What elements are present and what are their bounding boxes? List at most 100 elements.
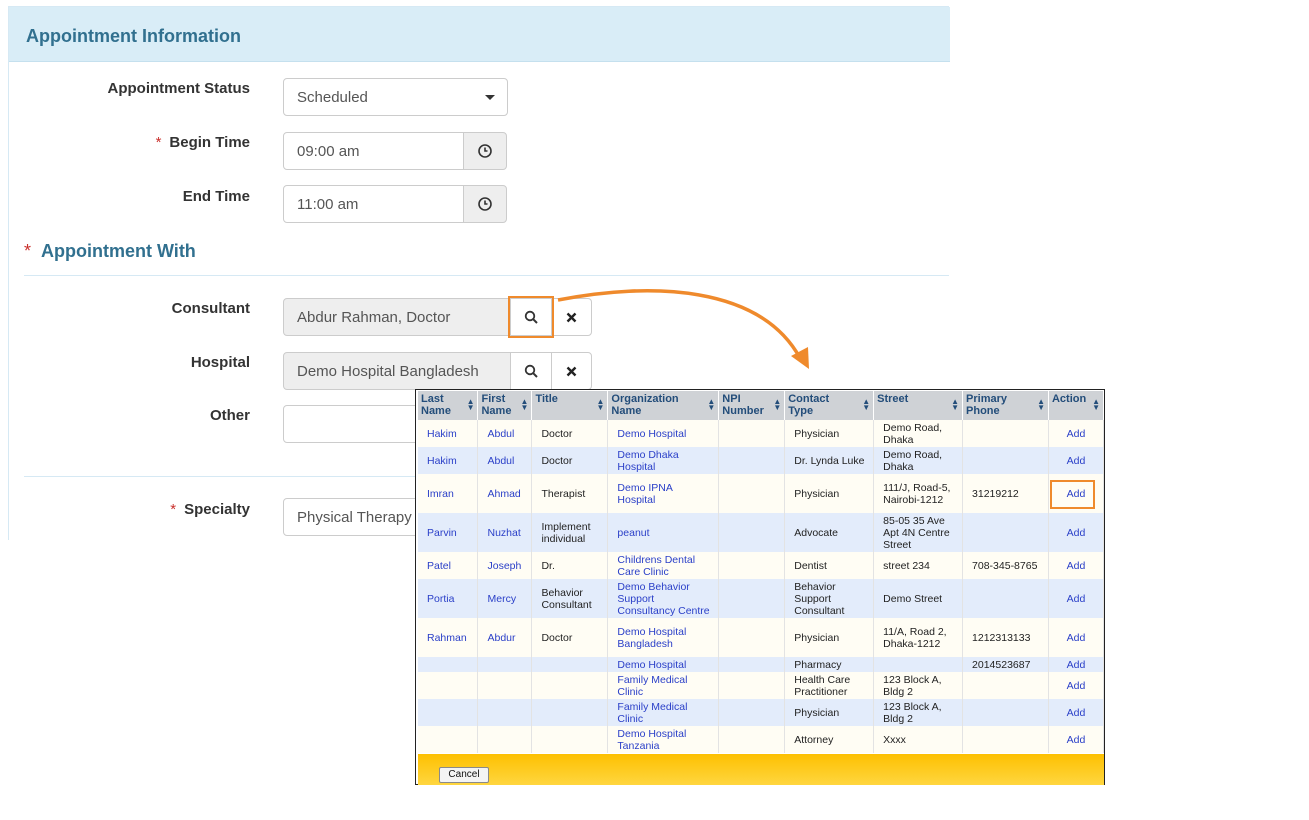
end-time-input[interactable]: 11:00 am (283, 185, 465, 223)
cell-phone (962, 513, 1049, 552)
column-header-last-name[interactable]: Last Name ▲ ▼ (418, 391, 479, 420)
cell-type: Behavior Support Consultant (784, 579, 875, 618)
add-link[interactable]: Add (1048, 657, 1105, 672)
status-select[interactable]: Scheduled (283, 78, 508, 116)
cell-last[interactable] (418, 672, 479, 699)
begin-time-label-text: Begin Time (169, 134, 250, 151)
cell-first[interactable]: Joseph (477, 552, 533, 579)
sort-icon[interactable]: ▲ ▼ (597, 398, 605, 412)
consultant-label: Consultant (171, 300, 250, 317)
cell-org[interactable]: Demo IPNA Hospital (607, 474, 720, 513)
cell-first[interactable]: Abdul (477, 420, 533, 447)
sort-icon[interactable]: ▲ ▼ (773, 398, 781, 412)
table-row: Family Medical Clinic Health Care Practit… (418, 672, 1105, 699)
cell-last[interactable]: Patel (418, 552, 479, 579)
cell-last[interactable]: Hakim (418, 420, 479, 447)
column-header-label: Name (611, 405, 642, 417)
cell-org[interactable]: Demo Dhaka Hospital (607, 447, 720, 474)
cell-last[interactable] (418, 699, 479, 726)
cell-last[interactable]: Parvin (418, 513, 479, 552)
cell-org[interactable]: Demo Hospital (607, 657, 720, 672)
consultant-clear-button[interactable] (551, 298, 592, 336)
cell-npi (718, 618, 786, 657)
cell-last[interactable]: Portia (418, 579, 479, 618)
sort-icon[interactable]: ▲ ▼ (1037, 398, 1045, 412)
hospital-label: Hospital (190, 354, 250, 371)
cell-type: Dr. Lynda Luke (784, 447, 875, 474)
cell-first[interactable]: Abdul (477, 447, 533, 474)
add-link[interactable]: Add (1048, 552, 1105, 579)
column-header-title[interactable]: Title ▲ ▼ (531, 391, 609, 420)
column-header-action[interactable]: Action ▲ ▼ (1048, 391, 1105, 420)
cell-title: Therapist (531, 474, 609, 513)
cell-last[interactable] (418, 726, 479, 753)
divider (24, 476, 416, 477)
cell-first[interactable]: Abdur (477, 618, 533, 657)
cell-phone (962, 579, 1049, 618)
cell-org[interactable]: Demo Hospital (607, 420, 720, 447)
add-link[interactable]: Add (1048, 699, 1105, 726)
hospital-clear-button[interactable] (551, 352, 592, 390)
column-header-contact-type[interactable]: Contact Type ▲ ▼ (784, 391, 875, 420)
hospital-input[interactable]: Demo Hospital Bangladesh (283, 352, 511, 390)
add-link[interactable]: Add (1048, 672, 1105, 699)
sort-icon[interactable]: ▲ ▼ (951, 398, 959, 412)
begin-time-input[interactable]: 09:00 am (283, 132, 465, 170)
cell-title: Doctor (531, 447, 609, 474)
cell-first[interactable]: Ahmad (477, 474, 533, 513)
cell-first[interactable] (477, 699, 533, 726)
cell-org[interactable]: Childrens Dental Care Clinic (607, 552, 720, 579)
add-link[interactable]: Add (1048, 420, 1105, 447)
sort-icon[interactable]: ▲ ▼ (707, 398, 715, 412)
table-row: Patel Joseph Dr. Childrens Dental Care Clin… (418, 552, 1105, 579)
specialty-select[interactable]: Physical Therapy (283, 498, 423, 536)
add-link[interactable]: Add (1048, 513, 1105, 552)
sort-icon[interactable]: ▲ ▼ (467, 398, 475, 412)
add-link[interactable]: Add (1048, 447, 1105, 474)
search-icon (524, 364, 538, 378)
cell-first[interactable]: Mercy (477, 579, 533, 618)
cell-street: Demo Road, Dhaka (873, 447, 964, 474)
sort-icon[interactable]: ▲ ▼ (862, 398, 870, 412)
cell-last[interactable]: Rahman (418, 618, 479, 657)
cell-org[interactable]: peanut (607, 513, 720, 552)
cell-phone (962, 726, 1049, 753)
cell-org[interactable]: Demo Hospital Tanzania (607, 726, 720, 753)
cancel-button[interactable]: Cancel (439, 767, 489, 783)
add-link[interactable]: Add (1048, 618, 1105, 657)
other-label: Other (209, 407, 250, 424)
column-header-label: Street (877, 393, 909, 405)
cell-last[interactable]: Hakim (418, 447, 479, 474)
sort-icon[interactable]: ▲ ▼ (521, 398, 529, 412)
caret-down-icon (485, 95, 495, 100)
other-input[interactable] (283, 405, 423, 443)
cell-first[interactable]: Nuzhat (477, 513, 533, 552)
add-link[interactable]: Add (1048, 579, 1105, 618)
column-header-first-name[interactable]: First Name ▲ ▼ (477, 391, 533, 420)
required-mark: * (170, 501, 177, 518)
add-link[interactable]: Add (1048, 726, 1105, 753)
consultant-input[interactable]: Abdur Rahman, Doctor (283, 298, 511, 336)
column-header-organization-name[interactable]: Organization Name ▲ ▼ (607, 391, 720, 420)
hospital-search-button[interactable] (510, 352, 552, 390)
column-header-primary-phone[interactable]: Primary Phone ▲ ▼ (962, 391, 1049, 420)
cell-first[interactable] (477, 726, 533, 753)
sort-icon[interactable]: ▲ ▼ (1092, 398, 1100, 412)
cell-org[interactable]: Family Medical Clinic (607, 672, 720, 699)
column-header-npi-number[interactable]: NPI Number ▲ ▼ (718, 391, 786, 420)
cell-type: Physician (784, 699, 875, 726)
end-time-clock-button[interactable] (463, 185, 507, 223)
column-header-street[interactable]: Street ▲ ▼ (873, 391, 964, 420)
cell-last[interactable]: Imran (418, 474, 479, 513)
cell-street: Demo Street (873, 579, 964, 618)
cell-npi (718, 447, 786, 474)
cell-org[interactable]: Family Medical Clinic (607, 699, 720, 726)
begin-time-clock-button[interactable] (463, 132, 507, 170)
cell-first[interactable] (477, 657, 533, 672)
cell-first[interactable] (477, 672, 533, 699)
add-highlight-box (1050, 480, 1095, 509)
cell-org[interactable]: Demo Hospital Bangladesh (607, 618, 720, 657)
cell-last[interactable] (418, 657, 479, 672)
cell-org[interactable]: Demo Behavior Support Consultancy Centre (607, 579, 720, 618)
column-header-label: Contact (788, 393, 830, 405)
